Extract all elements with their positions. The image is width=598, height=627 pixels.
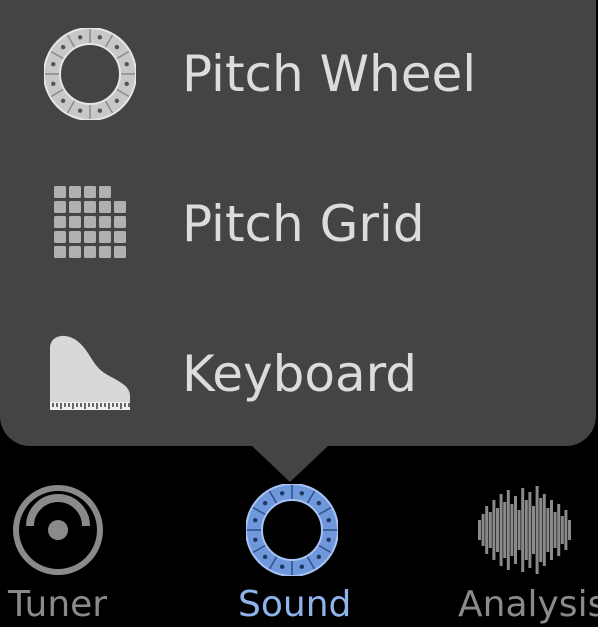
tab-label: Sound [238, 584, 352, 625]
pitch-wheel-icon [44, 28, 136, 120]
waveform-icon [476, 484, 572, 580]
app-screen: Pitch Wheel Pitch Grid Keyboard Tuner So… [0, 0, 598, 627]
grid-icon [44, 178, 136, 270]
menu-item-label: Pitch Wheel [182, 45, 477, 103]
bottom-nav: Tuner Sound Analysis [0, 462, 598, 627]
tab-analysis[interactable]: Analysis [400, 462, 598, 627]
tab-tuner[interactable]: Tuner [0, 462, 200, 627]
tab-label: Analysis [458, 584, 598, 625]
tab-sound[interactable]: Sound [200, 462, 400, 627]
menu-item-pitch-grid[interactable]: Pitch Grid [0, 154, 596, 294]
piano-icon [44, 328, 136, 420]
menu-item-pitch-wheel[interactable]: Pitch Wheel [0, 4, 596, 144]
menu-item-keyboard[interactable]: Keyboard [0, 304, 596, 444]
tab-label: Tuner [8, 584, 108, 625]
tuner-icon [12, 484, 104, 580]
pitch-wheel-icon [245, 483, 339, 580]
menu-item-label: Pitch Grid [182, 195, 425, 253]
menu-item-label: Keyboard [182, 345, 418, 403]
